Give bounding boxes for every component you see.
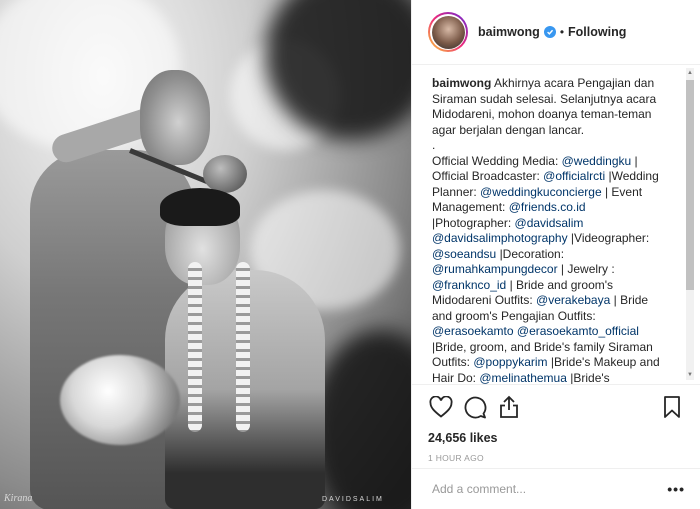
caption-mention-link[interactable]: @melinathemua bbox=[479, 371, 567, 385]
caption-text: |Videographer: bbox=[567, 231, 653, 245]
caption-text bbox=[583, 216, 586, 230]
caption-mention-link[interactable]: @soeandsu bbox=[432, 247, 496, 261]
scroll-up-arrow-icon[interactable]: ▲ bbox=[686, 68, 694, 78]
verified-badge-icon bbox=[543, 26, 556, 38]
caption-scroll-area[interactable]: baimwong Akhirnya acara Pengajian dan Si… bbox=[412, 66, 700, 384]
caption-mention-link[interactable]: @davidsalimphotography bbox=[432, 231, 568, 245]
avatar-image bbox=[431, 15, 465, 49]
caption-mention-link[interactable]: @erasoekamto_official bbox=[517, 324, 639, 338]
comment-bar: ••• bbox=[412, 468, 700, 509]
caption-mention-link[interactable]: @verakebaya bbox=[536, 293, 610, 307]
dark-foliage bbox=[310, 330, 411, 509]
post-header: baimwong • Following bbox=[412, 0, 700, 65]
comment-input[interactable] bbox=[432, 482, 668, 496]
caption-mention-link[interactable]: @franknco_id bbox=[432, 278, 506, 292]
ladle bbox=[203, 155, 247, 193]
scroll-down-arrow-icon[interactable]: ▼ bbox=[686, 370, 694, 380]
photo-signature: Kirana bbox=[4, 493, 33, 504]
caption-username[interactable]: baimwong bbox=[432, 76, 491, 90]
caption-mention-link[interactable]: @officialrcti bbox=[543, 169, 605, 183]
caption-mention-link[interactable]: @poppykarim bbox=[473, 355, 547, 369]
photo-watermark: DAVIDSALIM bbox=[322, 496, 384, 503]
caption-mention-link[interactable]: @weddingku bbox=[562, 154, 632, 168]
header-separator: • bbox=[559, 25, 565, 39]
flower-garland-left bbox=[188, 262, 202, 432]
avatar[interactable] bbox=[428, 12, 468, 52]
following-button[interactable]: Following bbox=[568, 25, 626, 39]
caption-mention-link[interactable]: @friends.co.id bbox=[509, 200, 586, 214]
post-caption: baimwong Akhirnya acara Pengajian dan Si… bbox=[432, 76, 667, 384]
like-heart-icon[interactable] bbox=[428, 395, 454, 419]
more-options-icon[interactable]: ••• bbox=[667, 481, 685, 497]
scrollbar-thumb[interactable] bbox=[686, 80, 694, 290]
caption-text: | Jewelry : bbox=[557, 262, 619, 276]
post-side-panel: baimwong • Following baimwong Akhirnya a… bbox=[411, 0, 700, 509]
caption-mention-link[interactable]: @erasoekamto bbox=[432, 324, 514, 338]
bookmark-save-icon[interactable] bbox=[659, 395, 685, 419]
post-timestamp[interactable]: 1 HOUR AGO bbox=[428, 453, 685, 463]
post-actions: 24,656 likes 1 HOUR AGO bbox=[412, 384, 700, 463]
caption-text: |Photographer: bbox=[432, 215, 512, 230]
caption-text: |Decoration: bbox=[496, 246, 568, 261]
caption-mention-link[interactable]: @rumahkampungdecor bbox=[432, 262, 558, 276]
groom-hair bbox=[160, 188, 240, 226]
woman-head bbox=[140, 70, 210, 165]
caption-mention-link[interactable]: @weddingkuconcierge bbox=[480, 185, 602, 199]
header-username[interactable]: baimwong bbox=[478, 25, 540, 39]
flower-garland-right bbox=[236, 262, 250, 432]
lily-bouquet bbox=[60, 355, 180, 445]
post-photo[interactable]: Kirana DAVIDSALIM bbox=[0, 0, 411, 509]
share-upload-icon[interactable] bbox=[496, 395, 522, 419]
caption-scrollbar[interactable]: ▲ ▼ bbox=[686, 68, 694, 380]
caption-mention-link[interactable]: @davidsalim bbox=[515, 216, 584, 230]
comment-bubble-icon[interactable] bbox=[462, 395, 488, 419]
like-count[interactable]: 24,656 likes bbox=[428, 431, 685, 445]
